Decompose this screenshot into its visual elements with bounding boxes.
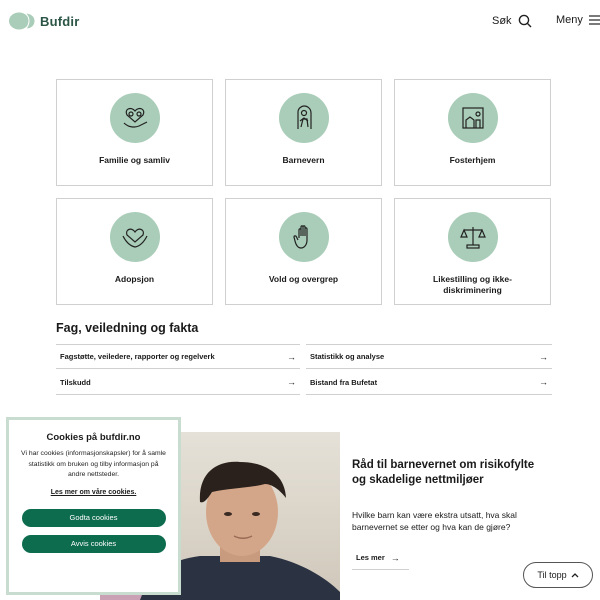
logo-icon [9, 12, 36, 30]
arrow-right-icon: → [390, 552, 400, 563]
hamburger-icon [588, 15, 600, 25]
resource-link-statistikk[interactable]: Statistikk og analyse → [306, 344, 552, 369]
category-label: Familie og samliv [99, 155, 170, 165]
foster-home-icon [461, 107, 484, 129]
section-title: Fag, veiledning og fakta [56, 321, 199, 335]
chevron-up-icon [571, 573, 579, 578]
arrow-right-icon: → [539, 377, 548, 387]
icon-circle [447, 93, 498, 143]
menu-button[interactable]: Meny [556, 14, 600, 26]
category-card-family[interactable]: Familie og samliv [56, 79, 213, 186]
cookie-read-more-link[interactable]: Les mer om våre cookies. [19, 489, 168, 496]
link-label: Statistikk og analyse [310, 352, 385, 361]
category-card-violence[interactable]: Vold og overgrep [225, 198, 382, 305]
search-icon [518, 14, 532, 28]
link-label: Fagstøtte, veiledere, rapporter og regel… [60, 352, 215, 361]
category-card-equality[interactable]: Likestilling og ikke-diskriminering [394, 198, 551, 305]
arrow-right-icon: → [287, 351, 296, 362]
category-label: Fosterhjem [449, 155, 496, 165]
icon-circle [447, 212, 498, 262]
category-label: Likestilling og ikke-diskriminering [433, 274, 512, 296]
link-label: Bistand fra Bufetat [310, 377, 378, 387]
menu-label: Meny [556, 14, 583, 26]
back-to-top-label: Til topp [537, 570, 567, 580]
category-label: Barnevern [282, 155, 325, 165]
category-card-foster-home[interactable]: Fosterhjem [394, 79, 551, 186]
icon-circle [109, 212, 160, 262]
cookie-banner: Cookies på bufdir.no Vi har cookies (inf… [9, 420, 178, 592]
arrow-right-icon: → [539, 351, 548, 362]
link-label: Tilskudd [60, 377, 91, 387]
category-card-child-welfare[interactable]: Barnevern [225, 79, 382, 186]
icon-circle [278, 212, 329, 262]
category-label: Vold og overgrep [268, 274, 339, 284]
category-label: Adopsjon [114, 274, 155, 284]
child-welfare-icon [296, 105, 312, 129]
heart-hands-icon [121, 228, 148, 248]
logo[interactable]: Bufdir [8, 11, 79, 31]
family-icon [123, 107, 147, 128]
resource-link-bistand[interactable]: Bistand fra Bufetat → [306, 370, 552, 395]
stop-hand-icon [292, 225, 308, 249]
resource-link-fagstotte[interactable]: Fagstøtte, veiledere, rapporter og regel… [56, 344, 300, 369]
arrow-right-icon: → [287, 377, 296, 387]
resource-link-tilskudd[interactable]: Tilskudd → [56, 370, 300, 395]
icon-circle [278, 93, 329, 143]
feature-title[interactable]: Råd til barnevernet om risikofylte og sk… [352, 458, 542, 487]
logo-text: Bufdir [40, 13, 80, 29]
cookie-title: Cookies på bufdir.no [46, 432, 141, 443]
search-label: Søk [492, 15, 512, 27]
read-more-link[interactable]: Les mer → [352, 546, 409, 570]
icon-circle [109, 93, 160, 143]
cookie-text: Vi har cookies (informasjonskapsler) for… [21, 450, 166, 479]
search-button[interactable]: Søk [492, 14, 532, 28]
scales-icon [459, 227, 486, 249]
feature-text: Hvilke barn kan være ekstra utsatt, hva … [352, 510, 517, 532]
back-to-top-button[interactable]: Til topp [523, 562, 593, 588]
site-header: Bufdir Søk Meny [0, 0, 600, 44]
reject-cookies-button[interactable]: Avvis cookies [21, 534, 166, 553]
read-more-label: Les mer [356, 553, 385, 562]
accept-cookies-button[interactable]: Godta cookies [21, 508, 166, 527]
category-card-adoption[interactable]: Adopsjon [56, 198, 213, 305]
